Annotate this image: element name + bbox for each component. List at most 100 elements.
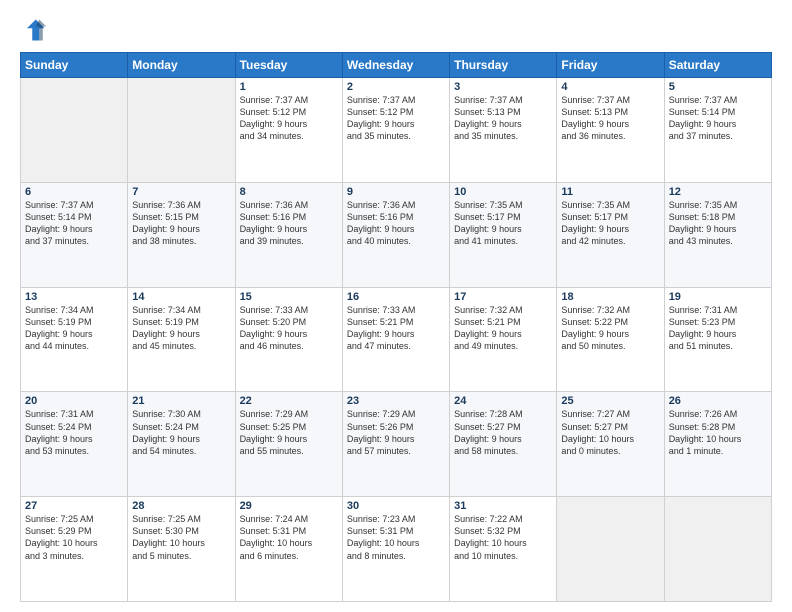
day-number: 17 (454, 291, 552, 303)
calendar-cell: 30Sunrise: 7:23 AM Sunset: 5:31 PM Dayli… (342, 497, 449, 602)
day-number: 9 (347, 186, 445, 198)
day-header-saturday: Saturday (664, 53, 771, 78)
page: SundayMondayTuesdayWednesdayThursdayFrid… (0, 0, 792, 612)
cell-content: Sunrise: 7:35 AM Sunset: 5:18 PM Dayligh… (669, 199, 767, 248)
cell-content: Sunrise: 7:36 AM Sunset: 5:16 PM Dayligh… (240, 199, 338, 248)
week-row-2: 6Sunrise: 7:37 AM Sunset: 5:14 PM Daylig… (21, 182, 772, 287)
calendar-cell (664, 497, 771, 602)
day-header-sunday: Sunday (21, 53, 128, 78)
calendar-cell: 4Sunrise: 7:37 AM Sunset: 5:13 PM Daylig… (557, 78, 664, 183)
calendar-cell: 14Sunrise: 7:34 AM Sunset: 5:19 PM Dayli… (128, 287, 235, 392)
day-number: 10 (454, 186, 552, 198)
day-number: 23 (347, 395, 445, 407)
cell-content: Sunrise: 7:33 AM Sunset: 5:21 PM Dayligh… (347, 304, 445, 353)
logo-icon (20, 16, 48, 44)
day-number: 20 (25, 395, 123, 407)
cell-content: Sunrise: 7:30 AM Sunset: 5:24 PM Dayligh… (132, 408, 230, 457)
header (20, 16, 772, 44)
day-number: 19 (669, 291, 767, 303)
week-row-5: 27Sunrise: 7:25 AM Sunset: 5:29 PM Dayli… (21, 497, 772, 602)
day-header-wednesday: Wednesday (342, 53, 449, 78)
day-number: 5 (669, 81, 767, 93)
calendar-cell (21, 78, 128, 183)
cell-content: Sunrise: 7:23 AM Sunset: 5:31 PM Dayligh… (347, 513, 445, 562)
day-number: 3 (454, 81, 552, 93)
day-number: 13 (25, 291, 123, 303)
calendar-cell: 17Sunrise: 7:32 AM Sunset: 5:21 PM Dayli… (450, 287, 557, 392)
calendar-cell: 31Sunrise: 7:22 AM Sunset: 5:32 PM Dayli… (450, 497, 557, 602)
day-number: 30 (347, 500, 445, 512)
cell-content: Sunrise: 7:31 AM Sunset: 5:24 PM Dayligh… (25, 408, 123, 457)
calendar-cell: 6Sunrise: 7:37 AM Sunset: 5:14 PM Daylig… (21, 182, 128, 287)
day-number: 4 (561, 81, 659, 93)
calendar-cell: 26Sunrise: 7:26 AM Sunset: 5:28 PM Dayli… (664, 392, 771, 497)
calendar-cell: 12Sunrise: 7:35 AM Sunset: 5:18 PM Dayli… (664, 182, 771, 287)
day-number: 26 (669, 395, 767, 407)
day-number: 6 (25, 186, 123, 198)
day-number: 25 (561, 395, 659, 407)
cell-content: Sunrise: 7:37 AM Sunset: 5:14 PM Dayligh… (25, 199, 123, 248)
day-number: 31 (454, 500, 552, 512)
calendar-cell (557, 497, 664, 602)
cell-content: Sunrise: 7:28 AM Sunset: 5:27 PM Dayligh… (454, 408, 552, 457)
cell-content: Sunrise: 7:34 AM Sunset: 5:19 PM Dayligh… (132, 304, 230, 353)
calendar-cell: 5Sunrise: 7:37 AM Sunset: 5:14 PM Daylig… (664, 78, 771, 183)
day-header-tuesday: Tuesday (235, 53, 342, 78)
calendar-cell: 21Sunrise: 7:30 AM Sunset: 5:24 PM Dayli… (128, 392, 235, 497)
calendar-cell: 10Sunrise: 7:35 AM Sunset: 5:17 PM Dayli… (450, 182, 557, 287)
day-number: 11 (561, 186, 659, 198)
calendar-cell: 9Sunrise: 7:36 AM Sunset: 5:16 PM Daylig… (342, 182, 449, 287)
week-row-1: 1Sunrise: 7:37 AM Sunset: 5:12 PM Daylig… (21, 78, 772, 183)
cell-content: Sunrise: 7:26 AM Sunset: 5:28 PM Dayligh… (669, 408, 767, 457)
day-number: 2 (347, 81, 445, 93)
day-number: 28 (132, 500, 230, 512)
cell-content: Sunrise: 7:37 AM Sunset: 5:13 PM Dayligh… (561, 94, 659, 143)
calendar-cell: 29Sunrise: 7:24 AM Sunset: 5:31 PM Dayli… (235, 497, 342, 602)
cell-content: Sunrise: 7:25 AM Sunset: 5:30 PM Dayligh… (132, 513, 230, 562)
cell-content: Sunrise: 7:36 AM Sunset: 5:16 PM Dayligh… (347, 199, 445, 248)
cell-content: Sunrise: 7:33 AM Sunset: 5:20 PM Dayligh… (240, 304, 338, 353)
calendar-cell: 18Sunrise: 7:32 AM Sunset: 5:22 PM Dayli… (557, 287, 664, 392)
day-number: 12 (669, 186, 767, 198)
calendar-cell: 25Sunrise: 7:27 AM Sunset: 5:27 PM Dayli… (557, 392, 664, 497)
day-number: 22 (240, 395, 338, 407)
cell-content: Sunrise: 7:37 AM Sunset: 5:13 PM Dayligh… (454, 94, 552, 143)
cell-content: Sunrise: 7:25 AM Sunset: 5:29 PM Dayligh… (25, 513, 123, 562)
day-number: 15 (240, 291, 338, 303)
calendar-cell: 22Sunrise: 7:29 AM Sunset: 5:25 PM Dayli… (235, 392, 342, 497)
calendar-cell: 27Sunrise: 7:25 AM Sunset: 5:29 PM Dayli… (21, 497, 128, 602)
day-number: 7 (132, 186, 230, 198)
week-row-4: 20Sunrise: 7:31 AM Sunset: 5:24 PM Dayli… (21, 392, 772, 497)
calendar-cell: 23Sunrise: 7:29 AM Sunset: 5:26 PM Dayli… (342, 392, 449, 497)
cell-content: Sunrise: 7:37 AM Sunset: 5:14 PM Dayligh… (669, 94, 767, 143)
cell-content: Sunrise: 7:35 AM Sunset: 5:17 PM Dayligh… (454, 199, 552, 248)
calendar-cell: 28Sunrise: 7:25 AM Sunset: 5:30 PM Dayli… (128, 497, 235, 602)
day-number: 24 (454, 395, 552, 407)
day-number: 18 (561, 291, 659, 303)
cell-content: Sunrise: 7:37 AM Sunset: 5:12 PM Dayligh… (240, 94, 338, 143)
day-number: 8 (240, 186, 338, 198)
cell-content: Sunrise: 7:37 AM Sunset: 5:12 PM Dayligh… (347, 94, 445, 143)
calendar-cell: 2Sunrise: 7:37 AM Sunset: 5:12 PM Daylig… (342, 78, 449, 183)
calendar-cell: 15Sunrise: 7:33 AM Sunset: 5:20 PM Dayli… (235, 287, 342, 392)
cell-content: Sunrise: 7:36 AM Sunset: 5:15 PM Dayligh… (132, 199, 230, 248)
calendar-cell: 20Sunrise: 7:31 AM Sunset: 5:24 PM Dayli… (21, 392, 128, 497)
calendar-cell: 3Sunrise: 7:37 AM Sunset: 5:13 PM Daylig… (450, 78, 557, 183)
day-number: 21 (132, 395, 230, 407)
cell-content: Sunrise: 7:29 AM Sunset: 5:26 PM Dayligh… (347, 408, 445, 457)
logo (20, 16, 52, 44)
day-of-week-row: SundayMondayTuesdayWednesdayThursdayFrid… (21, 53, 772, 78)
day-number: 14 (132, 291, 230, 303)
cell-content: Sunrise: 7:29 AM Sunset: 5:25 PM Dayligh… (240, 408, 338, 457)
day-number: 16 (347, 291, 445, 303)
cell-content: Sunrise: 7:27 AM Sunset: 5:27 PM Dayligh… (561, 408, 659, 457)
day-header-thursday: Thursday (450, 53, 557, 78)
calendar-cell: 24Sunrise: 7:28 AM Sunset: 5:27 PM Dayli… (450, 392, 557, 497)
calendar-cell: 1Sunrise: 7:37 AM Sunset: 5:12 PM Daylig… (235, 78, 342, 183)
day-number: 1 (240, 81, 338, 93)
calendar-cell: 16Sunrise: 7:33 AM Sunset: 5:21 PM Dayli… (342, 287, 449, 392)
calendar-body: 1Sunrise: 7:37 AM Sunset: 5:12 PM Daylig… (21, 78, 772, 602)
calendar-cell: 7Sunrise: 7:36 AM Sunset: 5:15 PM Daylig… (128, 182, 235, 287)
day-header-friday: Friday (557, 53, 664, 78)
calendar-cell: 19Sunrise: 7:31 AM Sunset: 5:23 PM Dayli… (664, 287, 771, 392)
